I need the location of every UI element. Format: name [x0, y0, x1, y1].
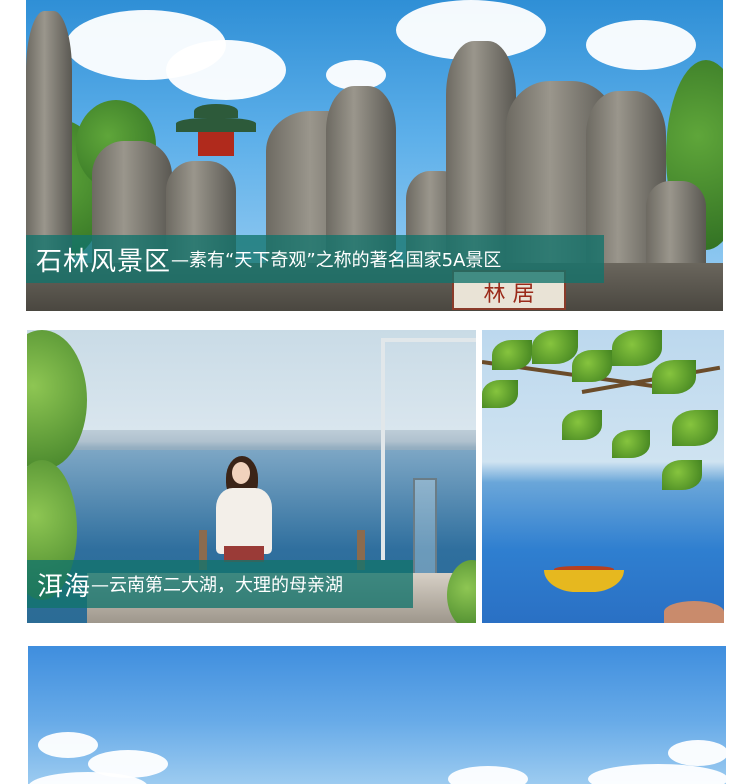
stone-forest-caption: 石林风景区 —素有“天下奇观”之称的著名国家5A景区 — [26, 235, 604, 283]
pavilion — [176, 100, 256, 160]
leaf — [672, 410, 718, 446]
leaf — [572, 350, 612, 382]
cloud — [448, 766, 528, 784]
leaf — [532, 330, 578, 364]
erhai-title: 洱海 — [37, 571, 92, 602]
boat-lake-photo — [482, 330, 724, 623]
cloud — [38, 732, 98, 758]
leaf — [612, 430, 650, 458]
sky-photo — [28, 646, 726, 784]
leaf — [662, 460, 702, 490]
railing-bar — [381, 338, 476, 342]
cloud — [588, 764, 726, 784]
foliage — [447, 560, 476, 623]
boat — [544, 562, 624, 592]
stone-forest-subtitle: —素有“天下奇观”之称的著名国家5A景区 — [171, 250, 502, 271]
leaf — [492, 340, 532, 370]
girl-figure — [212, 456, 282, 566]
cloud — [166, 40, 286, 100]
cloud — [668, 740, 726, 766]
erhai-subtitle: —云南第二大湖，大理的母亲湖 — [91, 575, 344, 596]
stone-forest-title: 石林风景区 — [36, 246, 172, 277]
shore-rock — [664, 601, 724, 623]
leaf — [612, 330, 662, 366]
erhai-caption: 洱海 —云南第二大湖，大理的母亲湖 — [27, 560, 413, 608]
leaf — [652, 360, 696, 394]
railing-post — [381, 340, 385, 560]
leaf — [562, 410, 602, 440]
cloud — [586, 20, 696, 70]
distant-mountains — [27, 430, 476, 450]
leaf — [482, 380, 518, 408]
